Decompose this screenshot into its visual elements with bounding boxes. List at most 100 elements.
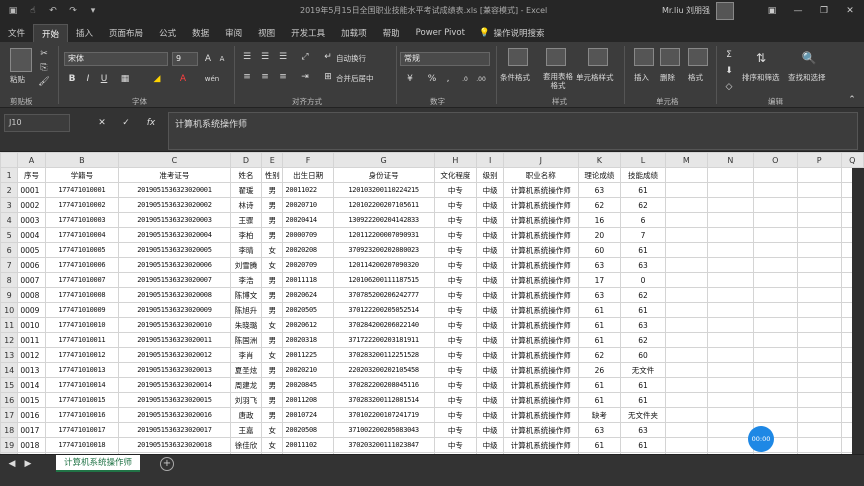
- cell[interactable]: 62: [577, 347, 622, 363]
- cell[interactable]: [664, 227, 709, 243]
- cell[interactable]: [664, 362, 709, 378]
- cell[interactable]: 级别: [476, 167, 505, 183]
- cell[interactable]: 2019051536323020010: [117, 317, 231, 333]
- cell[interactable]: [664, 197, 709, 213]
- cell[interactable]: 0018: [17, 437, 46, 453]
- column-header[interactable]: D: [229, 152, 263, 168]
- cell[interactable]: 0016: [17, 407, 46, 423]
- cell[interactable]: [707, 347, 754, 363]
- cell[interactable]: 370284200206022140: [332, 317, 435, 333]
- orientation-icon[interactable]: ⤢: [298, 50, 312, 64]
- cell[interactable]: [752, 347, 798, 363]
- row-header[interactable]: 8: [0, 272, 19, 288]
- select-all-corner[interactable]: [0, 152, 19, 168]
- cell[interactable]: 0: [620, 272, 666, 288]
- cell[interactable]: 20020709: [282, 257, 334, 273]
- cell[interactable]: 20020414: [282, 212, 334, 228]
- column-header[interactable]: H: [433, 152, 478, 168]
- cell[interactable]: 2019051536323020008: [117, 287, 231, 303]
- cell[interactable]: 李晴: [229, 242, 263, 258]
- cell[interactable]: 中级: [476, 257, 505, 273]
- cell[interactable]: 刘羽飞: [229, 392, 263, 408]
- cell[interactable]: 20011208: [282, 392, 334, 408]
- cell[interactable]: 63: [577, 257, 622, 273]
- cell[interactable]: 计算机系统操作师: [503, 227, 579, 243]
- restore-button[interactable]: ❐: [812, 2, 836, 20]
- cell[interactable]: 220203200202105458: [332, 362, 435, 378]
- cell[interactable]: 61: [577, 392, 622, 408]
- cancel-icon[interactable]: ✕: [96, 116, 108, 130]
- column-header[interactable]: G: [332, 152, 435, 168]
- cell[interactable]: 李肖: [229, 347, 263, 363]
- cell[interactable]: 120102200207105611: [332, 197, 435, 213]
- touch-mode-icon[interactable]: ☝: [26, 4, 40, 18]
- cell[interactable]: 女: [261, 242, 284, 258]
- cell[interactable]: 2019051536323020015: [117, 392, 231, 408]
- cell[interactable]: 177471010011: [44, 332, 119, 348]
- cell[interactable]: [664, 422, 709, 438]
- cell[interactable]: 20011102: [282, 437, 334, 453]
- row-header[interactable]: 17: [0, 407, 19, 423]
- column-header[interactable]: C: [117, 152, 231, 168]
- cell[interactable]: 计算机系统操作师: [503, 242, 579, 258]
- cell[interactable]: 370923200202080023: [332, 242, 435, 258]
- column-header[interactable]: I: [476, 152, 505, 168]
- cell[interactable]: 2019051536323020006: [117, 257, 231, 273]
- find-select-button[interactable]: 查找和选择: [788, 72, 826, 83]
- cell[interactable]: 2019051536323020001: [117, 182, 231, 198]
- sheet-tab-active[interactable]: 计算机系统操作师: [56, 455, 141, 472]
- cell[interactable]: [664, 347, 709, 363]
- autosum-icon[interactable]: Σ: [722, 48, 736, 62]
- cell[interactable]: [796, 227, 842, 243]
- cell[interactable]: 61: [620, 242, 666, 258]
- column-header[interactable]: K: [577, 152, 622, 168]
- cell[interactable]: [707, 422, 754, 438]
- tab-file[interactable]: 文件: [0, 24, 33, 42]
- row-header[interactable]: 7: [0, 257, 19, 273]
- cut-icon[interactable]: ✂: [38, 48, 50, 60]
- cell[interactable]: 姓名: [229, 167, 263, 183]
- cell[interactable]: 177471010016: [44, 407, 119, 423]
- row-header[interactable]: 18: [0, 422, 19, 438]
- cell[interactable]: 中级: [476, 362, 505, 378]
- cell[interactable]: 0012: [17, 347, 46, 363]
- row-header[interactable]: 11: [0, 317, 19, 333]
- next-sheet-icon[interactable]: ▶: [22, 457, 34, 471]
- cell[interactable]: 20: [577, 227, 622, 243]
- cell[interactable]: 177471010015: [44, 392, 119, 408]
- cell[interactable]: [664, 332, 709, 348]
- cell[interactable]: [664, 182, 709, 198]
- cell[interactable]: [796, 272, 842, 288]
- cell[interactable]: 20020612: [282, 317, 334, 333]
- cell[interactable]: 20020710: [282, 197, 334, 213]
- cell[interactable]: 中专: [433, 437, 478, 453]
- cell[interactable]: [664, 317, 709, 333]
- cell[interactable]: [664, 212, 709, 228]
- cell[interactable]: 女: [261, 257, 284, 273]
- tab-power-pivot[interactable]: Power Pivot: [408, 24, 473, 42]
- cell[interactable]: 徐佳欣: [229, 437, 263, 453]
- align-middle-icon[interactable]: ☰: [258, 50, 272, 64]
- cell[interactable]: 0002: [17, 197, 46, 213]
- column-header[interactable]: B: [44, 152, 119, 168]
- cell[interactable]: 370122200205052514: [332, 302, 435, 318]
- cell[interactable]: [664, 437, 709, 453]
- row-header[interactable]: 2: [0, 182, 19, 198]
- cell[interactable]: 61: [620, 182, 666, 198]
- cell[interactable]: [664, 392, 709, 408]
- cell[interactable]: 17: [577, 272, 622, 288]
- cell[interactable]: 0005: [17, 242, 46, 258]
- cell[interactable]: 60: [577, 242, 622, 258]
- cell[interactable]: 0009: [17, 302, 46, 318]
- cell[interactable]: [796, 257, 842, 273]
- align-center-icon[interactable]: ≡: [258, 70, 272, 84]
- cell[interactable]: [752, 287, 798, 303]
- cell[interactable]: 177471010004: [44, 227, 119, 243]
- cell[interactable]: 0010: [17, 317, 46, 333]
- cell[interactable]: [796, 422, 842, 438]
- row-header[interactable]: 6: [0, 242, 19, 258]
- cell[interactable]: [752, 377, 798, 393]
- prev-sheet-icon[interactable]: ◀: [6, 457, 18, 471]
- cell[interactable]: 中专: [433, 242, 478, 258]
- cell[interactable]: [707, 437, 754, 453]
